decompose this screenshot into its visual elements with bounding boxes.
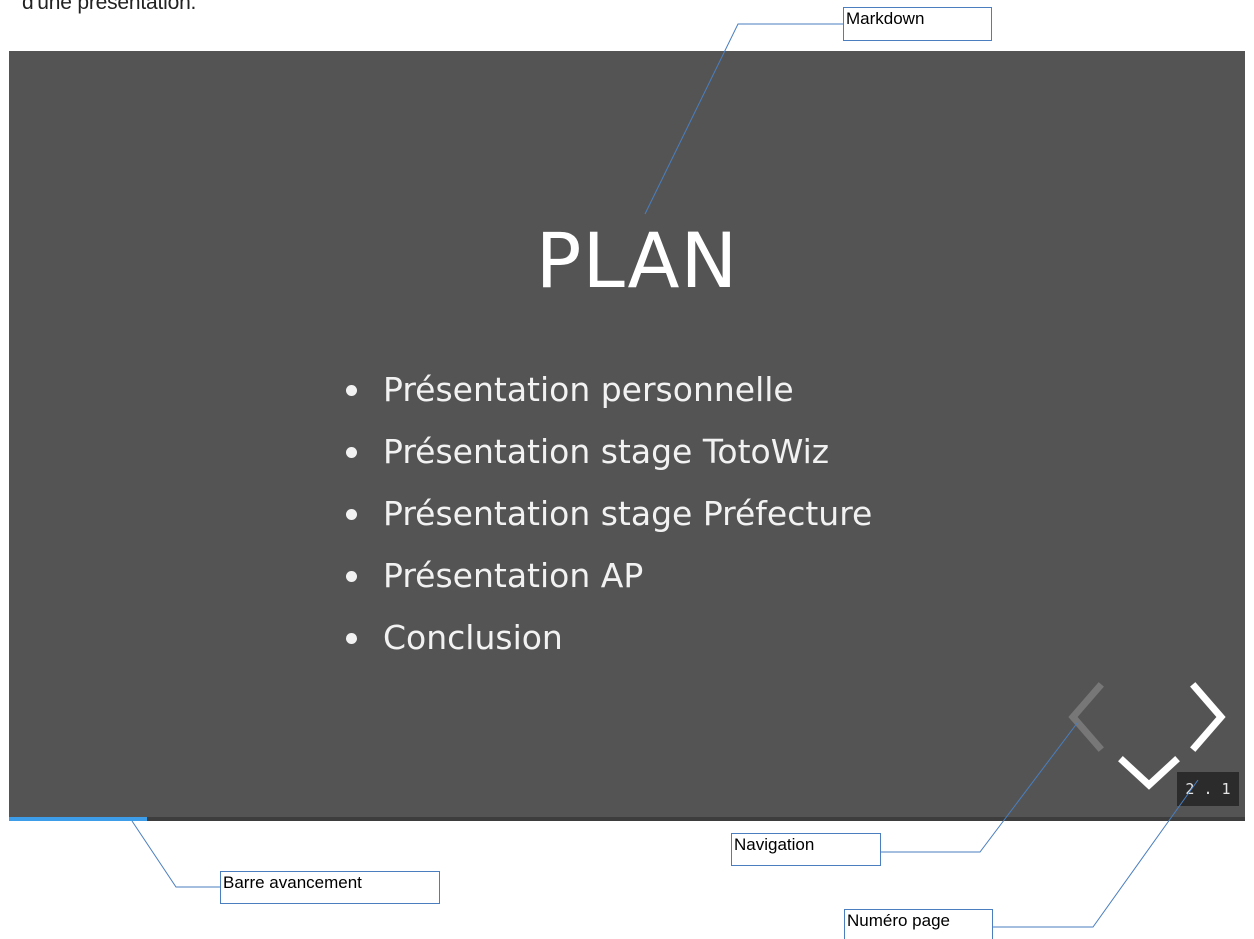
list-item-label: Présentation personnelle (383, 370, 794, 409)
list-item-label: Présentation stage Préfecture (383, 494, 873, 533)
list-item: Présentation personnelle (344, 368, 872, 430)
chevron-right-icon (1190, 682, 1226, 752)
progress-bar (9, 817, 1245, 821)
bullet-icon (346, 447, 357, 458)
callout-page-number: Numéro page (844, 909, 993, 939)
callout-progress-bar: Barre avancement (220, 871, 440, 904)
callout-markdown: Markdown (843, 7, 992, 41)
next-slide-button[interactable] (1189, 681, 1229, 753)
annotated-screenshot: d'une présentation. PLAN Présentation pe… (0, 0, 1254, 939)
bullet-icon (346, 633, 357, 644)
bullet-icon (346, 509, 357, 520)
down-slide-button[interactable] (1117, 753, 1181, 793)
chevron-left-icon (1068, 682, 1104, 752)
list-item-label: Présentation stage TotoWiz (383, 432, 830, 471)
list-item: Présentation AP (344, 554, 872, 616)
bullet-icon (346, 571, 357, 582)
list-item-label: Présentation AP (383, 556, 644, 595)
slide-page-number: 2 . 1 (1177, 772, 1239, 806)
slide-title: PLAN (535, 216, 739, 305)
presentation-slide: PLAN Présentation personnelle Présentati… (9, 51, 1245, 817)
previous-slide-button[interactable] (1065, 681, 1105, 753)
list-item-label: Conclusion (383, 618, 563, 657)
list-item: Conclusion (344, 616, 872, 678)
list-item: Présentation stage TotoWiz (344, 430, 872, 492)
bullet-icon (346, 385, 357, 396)
chevron-down-icon (1118, 756, 1180, 790)
callout-navigation: Navigation (731, 833, 881, 866)
slide-bullet-list: Présentation personnelle Présentation st… (344, 368, 872, 678)
progress-bar-fill (9, 817, 148, 821)
intro-text: d'une présentation. (22, 0, 197, 14)
list-item: Présentation stage Préfecture (344, 492, 872, 554)
